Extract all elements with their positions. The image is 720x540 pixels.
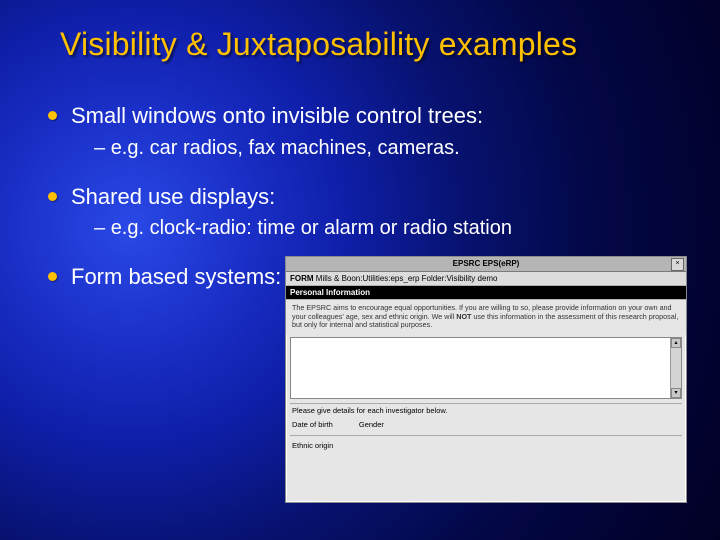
form-path-row: FORM Mills & Boon:Utilities:eps_erp Fold… [286,272,686,286]
form-section-header: Personal Information [286,286,686,300]
bullet-dot-icon [48,111,57,120]
scroll-up-button[interactable]: ▴ [671,338,681,348]
bullet-1-sub: e.g. car radios, fax machines, cameras. [94,136,690,161]
chevron-down-icon: ▾ [674,390,677,396]
form-intro-not: NOT [456,312,471,321]
form-path-value: Mills & Boon:Utilities:eps_erp Folder:Vi… [316,274,498,283]
close-icon: × [675,260,679,268]
window-titlebar: EPSRC EPS(eRP) × [286,257,686,272]
scroll-down-button[interactable]: ▾ [671,388,681,398]
form-instruction: Please give details for each investigato… [290,403,682,419]
slide-title: Visibility & Juxtaposability examples [60,26,690,63]
window-title: EPSRC EPS(eRP) [453,259,520,268]
form-textarea[interactable]: ▴ ▾ [290,337,682,399]
field-label-gender: Gender [359,421,384,430]
field-label-dob: Date of birth [292,421,333,430]
field-label-ethnic: Ethnic origin [292,441,333,450]
close-button[interactable]: × [671,258,684,271]
scrollbar[interactable]: ▴ ▾ [670,338,681,398]
form-intro: The EPSRC aims to encourage equal opport… [286,300,686,335]
chevron-up-icon: ▴ [674,340,677,346]
embedded-form-window: EPSRC EPS(eRP) × FORM Mills & Boon:Utili… [285,256,687,503]
form-field-row-2: Ethnic origin [290,436,682,453]
bullet-1-text: Small windows onto invisible control tre… [71,102,690,130]
form-path-label: FORM [290,274,314,283]
bullet-dot-icon [48,192,57,201]
bullet-2-sub: e.g. clock-radio: time or alarm or radio… [94,216,690,241]
bullet-2: Shared use displays: [48,183,690,211]
bullet-1: Small windows onto invisible control tre… [48,102,690,130]
form-field-row-1: Date of birth Gender [290,419,682,437]
bullet-2-text: Shared use displays: [71,183,690,211]
bullet-dot-icon [48,272,57,281]
slide: Visibility & Juxtaposability examples Sm… [0,0,720,540]
